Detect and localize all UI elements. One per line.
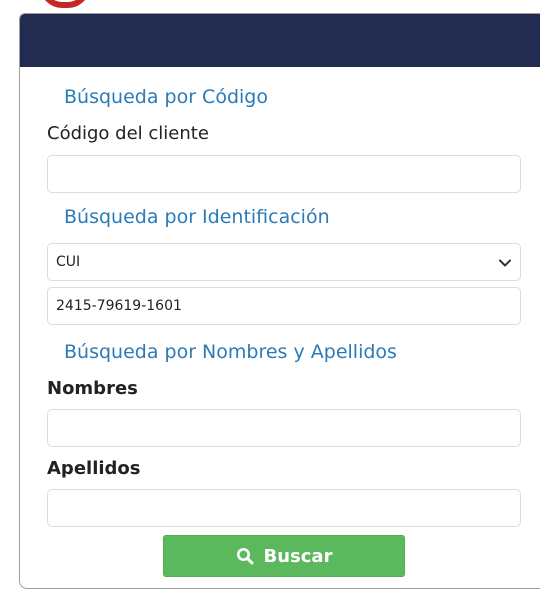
search-button-label: Buscar xyxy=(263,545,333,567)
panel-header xyxy=(20,14,540,67)
search-by-id-title: Búsqueda por Identificación xyxy=(64,206,330,228)
search-button[interactable]: Buscar xyxy=(163,535,405,577)
logo-fragment xyxy=(40,0,90,8)
first-names-label: Nombres xyxy=(47,378,138,399)
client-code-input[interactable] xyxy=(47,155,521,193)
client-search-panel: Búsqueda por Código Código del cliente B… xyxy=(19,13,540,589)
id-type-select[interactable]: CUI xyxy=(47,243,521,281)
last-names-input[interactable] xyxy=(47,489,521,527)
id-type-selected-value: CUI xyxy=(56,254,81,270)
search-by-code-title: Búsqueda por Código xyxy=(64,86,268,108)
search-icon xyxy=(236,548,254,565)
first-names-input[interactable] xyxy=(47,409,521,447)
last-names-label: Apellidos xyxy=(47,458,141,479)
search-by-name-title: Búsqueda por Nombres y Apellidos xyxy=(64,341,397,363)
id-number-input[interactable] xyxy=(47,287,521,325)
chevron-down-icon xyxy=(499,259,511,267)
client-code-label: Código del cliente xyxy=(47,123,209,144)
